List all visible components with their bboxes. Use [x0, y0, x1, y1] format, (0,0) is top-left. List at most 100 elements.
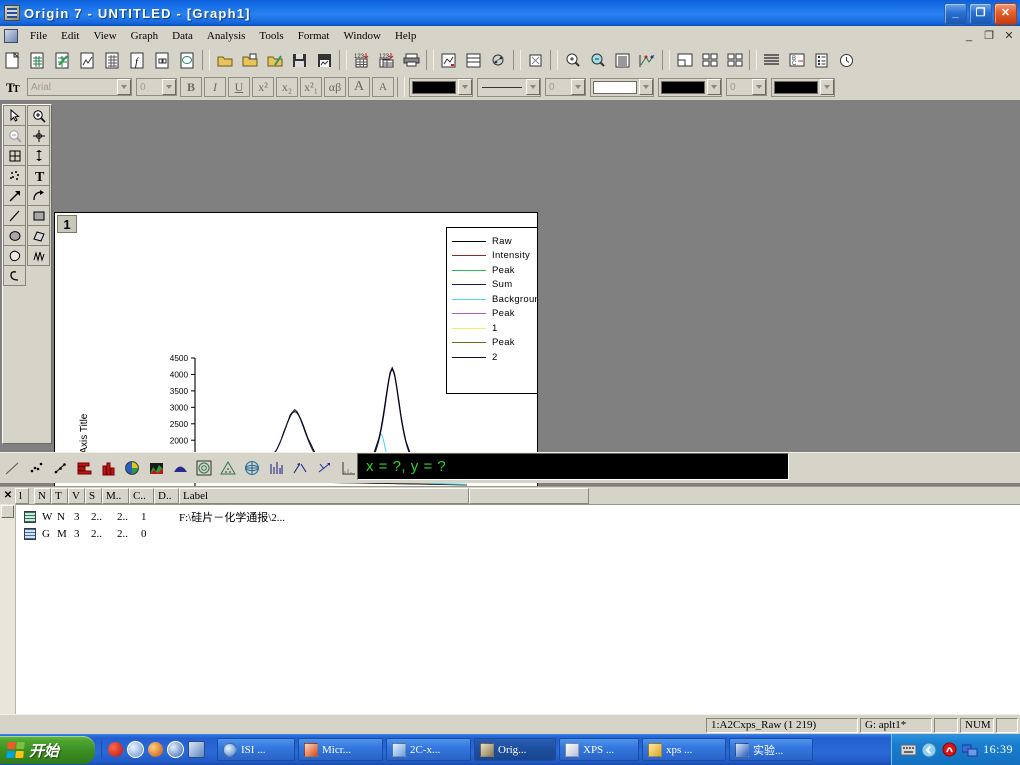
legend-entry[interactable]: Raw [452, 234, 537, 249]
new-project-icon[interactable] [1, 49, 24, 71]
greek-button[interactable]: αβ [324, 77, 346, 97]
taskbar-item-2c-x[interactable]: 2C-x... [386, 738, 471, 761]
column-plot-icon[interactable] [97, 457, 119, 479]
menu-item-format[interactable]: Format [291, 28, 337, 44]
save-template-icon[interactable] [313, 49, 336, 71]
menu-item-graph[interactable]: Graph [124, 28, 166, 44]
menu-item-edit[interactable]: Edit [54, 28, 86, 44]
new-legend-icon[interactable] [810, 49, 833, 71]
column-header-l[interactable]: l [15, 487, 29, 504]
add-layer-icon[interactable] [698, 49, 721, 71]
open-template-icon[interactable] [238, 49, 261, 71]
layer-contents-icon[interactable] [462, 49, 485, 71]
new-workbook-icon[interactable] [26, 49, 49, 71]
new-graph-icon[interactable] [76, 49, 99, 71]
ellipse-tool-icon[interactable] [3, 225, 26, 246]
font-size-dropdown-icon[interactable] [162, 79, 176, 95]
column-header-m[interactable]: M.. [102, 487, 129, 504]
mdi-close-button[interactable]: ✕ [1002, 29, 1016, 42]
column-header-c[interactable]: C.. [129, 487, 154, 504]
xyam-vector-plot-icon[interactable] [313, 457, 335, 479]
line-width-combo[interactable]: 0 [545, 78, 586, 96]
new-matrix-icon[interactable] [101, 49, 124, 71]
arrow-tool-icon[interactable] [3, 185, 26, 206]
column-header-v[interactable]: V [68, 487, 85, 504]
undo-tool-icon[interactable] [3, 265, 26, 286]
maximize-button[interactable]: ❐ [969, 3, 992, 25]
fill-area-plot-icon[interactable] [169, 457, 191, 479]
symbol-size-dropdown-icon[interactable] [752, 79, 766, 95]
contour-plot-icon[interactable] [241, 457, 263, 479]
line-symbol-plot-icon[interactable] [49, 457, 71, 479]
close-button[interactable]: ✕ [994, 3, 1017, 25]
zoom-out-tool-icon[interactable] [3, 125, 26, 146]
polygon-tool-icon[interactable] [27, 225, 50, 246]
menu-item-analysis[interactable]: Analysis [200, 28, 253, 44]
scatter-plot-icon[interactable] [25, 457, 47, 479]
msn-icon[interactable] [127, 741, 144, 758]
pointer-tool-icon[interactable] [3, 105, 26, 126]
plot-setup-icon[interactable] [487, 49, 510, 71]
explorer-scroll-up-button[interactable] [1, 505, 14, 518]
import-multiple-ascii-icon[interactable]: 123 [375, 49, 398, 71]
import-ascii-icon[interactable]: 123 [350, 49, 373, 71]
increase-font-button[interactable]: A [348, 77, 370, 97]
update-icon[interactable] [167, 741, 184, 758]
line-width-dropdown-icon[interactable] [571, 79, 585, 95]
font-size-combo[interactable]: 0 [136, 78, 177, 96]
open-excel-icon[interactable] [263, 49, 286, 71]
arrange-layers-icon[interactable] [723, 49, 746, 71]
symbol-color-picker[interactable] [771, 77, 835, 97]
new-function-icon[interactable]: f [126, 49, 149, 71]
polar-plot-icon[interactable] [193, 457, 215, 479]
mask-points-tool-icon[interactable] [3, 165, 26, 186]
zoom-in-icon[interactable] [561, 49, 584, 71]
keyboard-icon[interactable] [901, 744, 917, 756]
italic-button[interactable]: I [204, 77, 226, 97]
column-header-n[interactable]: N [34, 487, 51, 504]
antivirus-icon[interactable] [942, 742, 957, 757]
symbol-size-combo[interactable]: 0 [726, 78, 767, 96]
text-tool-toggle-icon[interactable]: TT [1, 76, 24, 98]
column-header-s[interactable]: S [85, 487, 102, 504]
column-header-d[interactable]: D.. [154, 487, 179, 504]
column-header-label[interactable]: Label [179, 487, 469, 504]
merge-graphs-icon[interactable]: BC [785, 49, 808, 71]
project-explorer-icon[interactable] [611, 49, 634, 71]
legend-entry[interactable]: Background [452, 292, 537, 307]
table-row[interactable]: G M 3 2.. 2.. 0 [0, 525, 1020, 542]
zoom-out-icon[interactable] [586, 49, 609, 71]
font-name-dropdown-icon[interactable] [117, 79, 131, 95]
legend-entry[interactable]: Peak [452, 307, 537, 322]
bold-button[interactable]: B [180, 77, 202, 97]
area-plot-icon[interactable] [145, 457, 167, 479]
extract-layers-icon[interactable] [760, 49, 783, 71]
legend-entry[interactable]: Intensity [452, 249, 537, 264]
menu-item-data[interactable]: Data [165, 28, 200, 44]
new-layout-icon[interactable] [151, 49, 174, 71]
start-button[interactable]: 开始 [0, 736, 95, 764]
decrease-font-button[interactable]: A [372, 77, 394, 97]
document-menu-icon[interactable] [4, 29, 18, 43]
minimize-button[interactable]: _ [944, 3, 967, 25]
legend-entry[interactable]: 2 [452, 350, 537, 365]
vector-plot-icon[interactable] [289, 457, 311, 479]
media-player-icon[interactable] [108, 742, 123, 757]
legend-entry[interactable]: Peak [452, 336, 537, 351]
pattern-color-picker[interactable] [658, 77, 722, 97]
underline-button[interactable]: U [228, 77, 250, 97]
menu-item-help[interactable]: Help [388, 28, 423, 44]
layout-page-icon[interactable] [673, 49, 696, 71]
explorer-scrollbar[interactable] [0, 504, 16, 715]
line-style-picker[interactable] [477, 77, 541, 97]
line-style-dropdown-icon[interactable] [526, 79, 540, 95]
legend-entry[interactable]: 1 [452, 321, 537, 336]
export-page-icon[interactable] [437, 49, 460, 71]
explorer-close-icon[interactable]: ✕ [3, 490, 13, 501]
freehand-tool-icon[interactable] [27, 245, 50, 266]
taskbar-item-xps-folder[interactable]: xps ... [642, 738, 726, 761]
plot-legend[interactable]: Raw Intensity Peak Sum Background Peak 1… [446, 227, 537, 394]
ternary-plot-icon[interactable] [217, 457, 239, 479]
column-header-t[interactable]: T [51, 487, 68, 504]
vertical-drop-plot-icon[interactable] [265, 457, 287, 479]
